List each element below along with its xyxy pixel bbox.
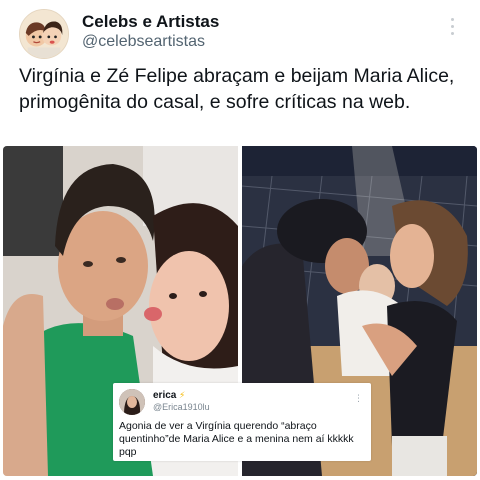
author-display-name[interactable]: Celebs e Artistas — [82, 12, 219, 32]
commenter-name: erica — [153, 390, 177, 401]
embedded-comment-card: erica ⚡ @Erica1910lu ⋮ Agonia de ver a V… — [113, 383, 371, 461]
tweet-text: Virgínia e Zé Felipe abraçam e beijam Ma… — [19, 65, 455, 113]
comment-more-icon: ⋮ — [354, 393, 363, 403]
cartoon-couple-icon — [20, 10, 68, 58]
comment-text: Agonia de ver a Virgínia querendo “abraç… — [119, 420, 354, 458]
author-handle[interactable]: @celebseartistas — [82, 33, 205, 51]
commenter-avatar — [119, 389, 145, 415]
lightning-badge-icon: ⚡ — [179, 390, 186, 400]
more-vertical-icon[interactable] — [447, 18, 457, 40]
author-avatar[interactable] — [19, 9, 69, 59]
tweet-card: Celebs e Artistas @celebseartistas Virgí… — [0, 0, 480, 480]
commenter-handle: @Erica1910lu — [153, 402, 210, 412]
